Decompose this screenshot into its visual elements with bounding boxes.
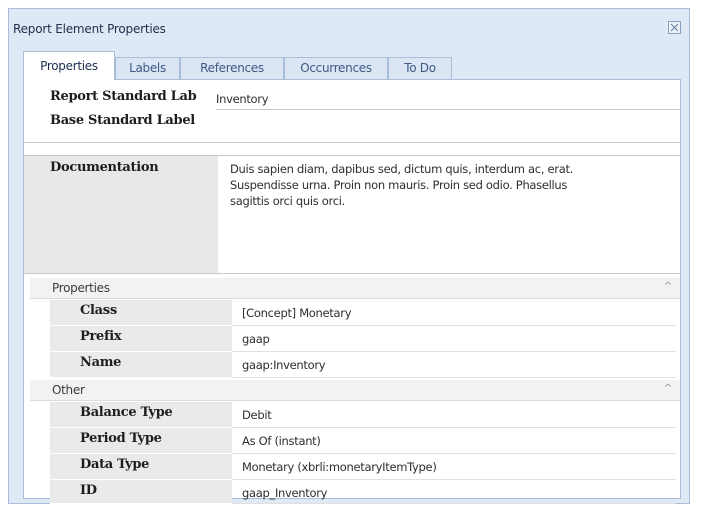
- documentation-text-cell[interactable]: Duis sapien diam, dapibus sed, dictum qu…: [218, 156, 680, 273]
- top-fields: Report Standard Lab Inventory Base Stand…: [24, 85, 680, 135]
- row-value-cell[interactable]: gaap_Inventory: [232, 480, 676, 504]
- row-label: Balance Type: [80, 405, 173, 420]
- title-bar: Report Element Properties: [9, 9, 689, 45]
- divider: [24, 142, 680, 143]
- documentation-label: Documentation: [50, 160, 159, 175]
- documentation-text-line: Suspendisse urna. Proin non mauris. Proi…: [230, 178, 568, 192]
- row-value: Debit: [242, 408, 272, 422]
- row-value: As Of (instant): [242, 434, 321, 448]
- property-row-period-type[interactable]: Period Type As Of (instant): [30, 428, 676, 454]
- tab-references[interactable]: References: [180, 57, 284, 79]
- chevron-up-icon[interactable]: ^: [664, 281, 672, 292]
- base-standard-label-label: Base Standard Label: [50, 113, 195, 128]
- row-label: Period Type: [80, 431, 162, 446]
- property-row-class[interactable]: Class [Concept] Monetary: [30, 300, 676, 326]
- row-label-cell: ID: [50, 480, 232, 504]
- row-value: gaap:Inventory: [242, 358, 326, 372]
- row-label-cell: Period Type: [50, 428, 232, 454]
- row-label: ID: [80, 483, 97, 498]
- category-properties[interactable]: Properties ^: [30, 278, 680, 299]
- row-label: Class: [80, 303, 117, 318]
- tab-to-do[interactable]: To Do: [388, 57, 452, 79]
- tab-occurrences[interactable]: Occurrences: [284, 57, 388, 79]
- row-value-cell[interactable]: [Concept] Monetary: [232, 300, 676, 326]
- tab-label: Occurrences: [300, 61, 372, 75]
- category-other[interactable]: Other ^: [30, 380, 680, 401]
- properties-panel: Report Standard Lab Inventory Base Stand…: [23, 79, 681, 504]
- property-row-id[interactable]: ID gaap_Inventory: [30, 472, 676, 504]
- tab-label: References: [200, 61, 264, 75]
- report-standard-label-label: Report Standard Lab: [50, 89, 197, 104]
- tab-label: Properties: [40, 59, 98, 73]
- tab-labels[interactable]: Labels: [115, 57, 180, 79]
- row-value: [Concept] Monetary: [242, 306, 352, 320]
- chevron-up-icon[interactable]: ^: [664, 383, 672, 394]
- report-element-properties-window: Report Element Properties Properties Lab…: [8, 8, 690, 504]
- row-label: Prefix: [80, 329, 122, 344]
- documentation-text-line: sagittis orci quis orci.: [230, 194, 345, 208]
- close-icon[interactable]: [668, 21, 681, 34]
- row-label-cell: Name: [50, 352, 232, 378]
- tab-properties[interactable]: Properties: [23, 51, 115, 80]
- row-value: gaap: [242, 332, 270, 346]
- window-title: Report Element Properties: [13, 22, 166, 36]
- report-standard-label-value[interactable]: Inventory: [216, 92, 269, 106]
- divider: [216, 109, 680, 110]
- row-value-cell[interactable]: gaap:Inventory: [232, 352, 676, 378]
- tab-label: To Do: [404, 61, 436, 75]
- row-label-cell: Prefix: [50, 326, 232, 352]
- tab-label: Labels: [129, 61, 166, 75]
- divider: [24, 273, 680, 274]
- row-value-cell[interactable]: Debit: [232, 402, 676, 428]
- category-label: Properties: [52, 281, 110, 295]
- row-value: gaap_Inventory: [242, 486, 328, 500]
- row-label: Data Type: [80, 457, 150, 472]
- row-value-cell[interactable]: gaap: [232, 326, 676, 352]
- property-row-balance-type[interactable]: Balance Type Debit: [30, 402, 676, 428]
- property-row-prefix[interactable]: Prefix gaap: [30, 326, 676, 352]
- row-label-cell: Balance Type: [50, 402, 232, 428]
- row-label-cell: Class: [50, 300, 232, 326]
- property-row-name[interactable]: Name gaap:Inventory: [30, 352, 676, 378]
- documentation-text-line: Duis sapien diam, dapibus sed, dictum qu…: [230, 162, 574, 176]
- row-label: Name: [80, 355, 122, 370]
- category-label: Other: [52, 383, 85, 397]
- documentation-label-cell: Documentation: [24, 156, 218, 273]
- row-value-cell[interactable]: As Of (instant): [232, 428, 676, 454]
